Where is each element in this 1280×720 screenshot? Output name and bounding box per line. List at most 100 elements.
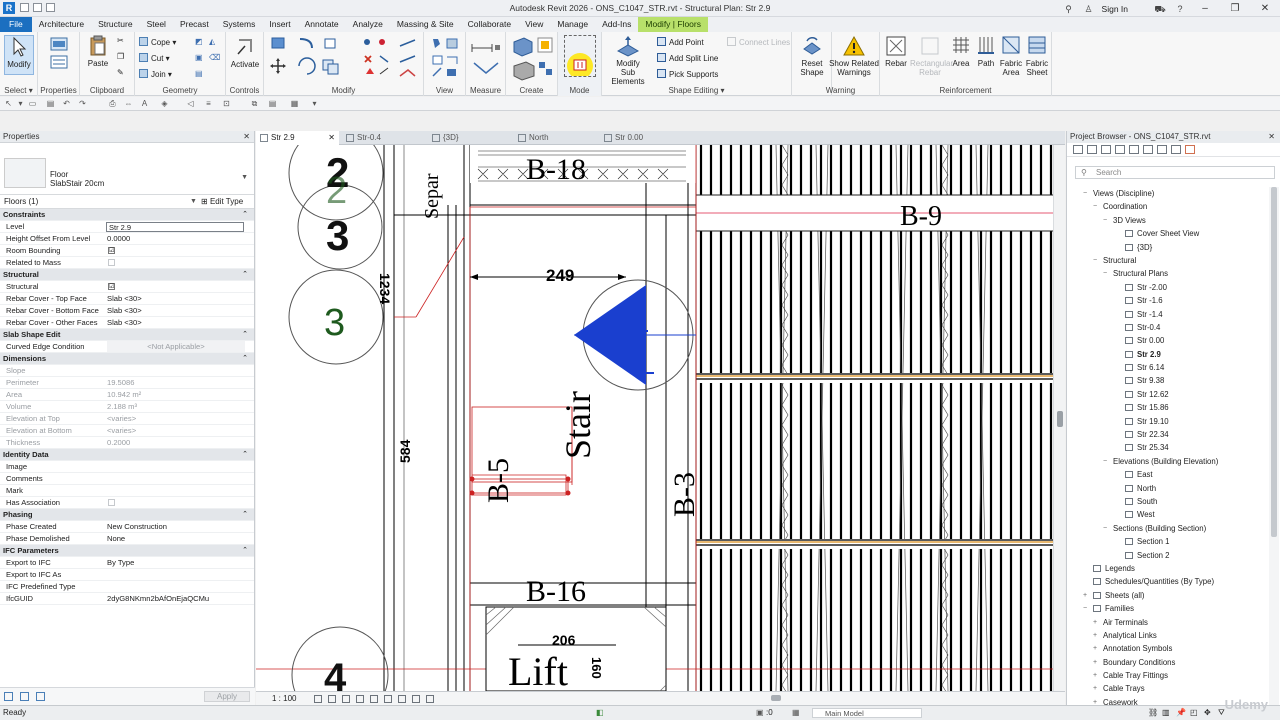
model-icon[interactable]: ▦ [792,706,800,720]
instance-filter[interactable]: Floors (1) ▼ ⊞ Edit Type [0,195,254,209]
path-button[interactable]: Path [974,35,998,68]
property-row[interactable]: Related to Mass [0,257,254,269]
tab-modify-floors[interactable]: Modify | Floors [638,17,708,32]
view-tab-close-icon[interactable]: ✕ [328,131,335,145]
property-section[interactable]: Constraints ⌃ [0,209,254,221]
switch-windows-icon[interactable]: ⧉ [250,99,259,108]
property-checkbox[interactable] [108,259,115,266]
property-row[interactable]: Mark [0,485,254,497]
section-collapse-icon[interactable]: ⌃ [242,329,248,341]
modify-sub-elements-button[interactable]: Modify Sub Elements [604,35,652,86]
collapse-icon[interactable]: − [1083,602,1087,615]
temp-hide-icon[interactable] [398,695,406,703]
thin-lines-icon[interactable]: ≡ [204,99,213,108]
tree-item[interactable]: + Air Terminals [1067,616,1267,629]
undo-icon[interactable]: ↶ [62,99,71,108]
tab-massing-site[interactable]: Massing & Site [390,17,461,32]
view-scale[interactable]: 1 : 100 [272,694,296,703]
sun-path-icon[interactable] [342,695,350,703]
section-marker[interactable] [574,285,696,385]
browser-sort-icon[interactable] [1171,145,1181,154]
tab-add-ins[interactable]: Add-Ins [595,17,638,32]
property-checkbox[interactable]: ☑ [108,247,115,254]
print-icon[interactable]: ⎙ [108,99,117,108]
design-options-icon[interactable]: ▣ [756,706,764,720]
qat-tile-icon[interactable]: ▦ [290,99,299,108]
section-collapse-icon[interactable]: ⌃ [242,209,248,221]
floor-plan-canvas[interactable]: B-9 B-18 2 2 3 3 4 249 1234 584 Separ B-… [256,145,1065,691]
property-row[interactable]: Height Offset From Level 0.0000 [0,233,254,245]
copy-icon[interactable]: ❐ [117,52,124,62]
view-tab-str-0-00[interactable]: Str 0.00 [600,131,680,145]
worksets-icon[interactable]: ◧ [596,706,604,720]
match-properties-icon[interactable]: ✎ [117,68,124,78]
qat-select-links-icon[interactable]: ▤ [46,99,55,108]
property-value[interactable]: 0.0000 [107,233,130,245]
property-section[interactable]: Dimensions ⌃ [0,353,254,365]
section-icon[interactable]: ◁ [186,99,195,108]
select-links-icon[interactable]: ⛓ [1148,706,1158,720]
cart-icon[interactable]: ⛟ [1153,3,1167,15]
tab-annotate[interactable]: Annotate [298,17,346,32]
property-row[interactable]: IFC Predefined Type [0,581,254,593]
expand-icon[interactable]: + [1093,629,1097,642]
cut-geometry-button[interactable]: Cut ▾ [139,53,170,64]
tab-analyze[interactable]: Analyze [346,17,390,32]
section-collapse-icon[interactable]: ⌃ [242,269,248,281]
qat-options-icon[interactable]: ▤ [268,99,277,108]
browser-groups-icon[interactable] [1143,145,1153,154]
apply-button[interactable]: Apply [204,691,250,702]
tree-item[interactable]: East [1067,468,1267,481]
property-row[interactable]: Thickness 0.2000 [0,437,254,449]
tree-item[interactable]: − Structural Plans [1067,267,1267,280]
3d-view-icon[interactable]: ◈ [160,99,169,108]
tree-item[interactable]: + Cable Tray Fittings [1067,669,1267,682]
collapse-icon[interactable]: − [1093,200,1097,213]
tab-systems[interactable]: Systems [216,17,263,32]
select-dropdown[interactable]: Select ▾ [0,86,37,95]
collapse-icon[interactable]: − [1093,254,1097,267]
tab-architecture[interactable]: Architecture [32,17,91,32]
property-row[interactable]: Level Str 2.9 [0,221,254,233]
tree-item[interactable]: − Views (Discipline) [1067,187,1267,200]
expand-icon[interactable]: + [1093,616,1097,629]
property-checkbox[interactable]: ☑ [108,283,115,290]
edit-boundary-button[interactable] [564,35,596,79]
reset-shape-button[interactable]: Reset Shape [794,35,830,77]
section-collapse-icon[interactable]: ⌃ [242,509,248,521]
property-row[interactable]: Volume 2.188 m³ [0,401,254,413]
property-row[interactable]: Area 10.942 m² [0,389,254,401]
tree-item[interactable]: Str 19.10 [1067,415,1267,428]
area-button[interactable]: Area [950,35,972,68]
tree-item[interactable]: Str 2.9 [1067,348,1267,361]
expand-icon[interactable]: + [1093,682,1097,695]
shadows-icon[interactable] [356,695,364,703]
property-section[interactable]: Structural ⌃ [0,269,254,281]
view-tab-str-0-4[interactable]: Str-0.4 [342,131,422,145]
minimize-button[interactable]: – [1190,3,1220,14]
tree-item[interactable]: South [1067,495,1267,508]
tree-item[interactable]: Str -2.00 [1067,281,1267,294]
tree-item[interactable]: Str -1.4 [1067,308,1267,321]
tree-item[interactable]: Schedules/Quantities (By Type) [1067,575,1267,588]
property-section[interactable]: Identity Data ⌃ [0,449,254,461]
tag-icon[interactable]: A [140,99,149,108]
browser-search-input[interactable]: ⚲ Search [1075,166,1275,179]
rectangular-rebar-button[interactable]: Rectangular Rebar [910,35,953,77]
tree-item[interactable]: Cover Sheet View [1067,227,1267,240]
section-collapse-icon[interactable]: ⌃ [242,449,248,461]
select-pinned-icon[interactable]: 📌 [1176,706,1186,720]
section-collapse-icon[interactable]: ⌃ [242,353,248,365]
unjoin-icon[interactable]: ▤ [195,69,203,79]
property-row[interactable]: Structural ☑ [0,281,254,293]
redo-icon[interactable]: ↷ [78,99,87,108]
browser-sheets-icon[interactable] [1101,145,1111,154]
tab-precast[interactable]: Precast [173,17,216,32]
property-row[interactable]: Curved Edge Condition <Not Applicable> [0,341,254,353]
instance-filter-value[interactable]: Floors (1) [4,195,38,209]
browser-scroll-thumb[interactable] [1271,187,1277,537]
visual-style-icon[interactable] [328,695,336,703]
analytical-model-icon[interactable] [426,695,434,703]
property-section[interactable]: Phasing ⌃ [0,509,254,521]
browser-views-icon[interactable] [1087,145,1097,154]
